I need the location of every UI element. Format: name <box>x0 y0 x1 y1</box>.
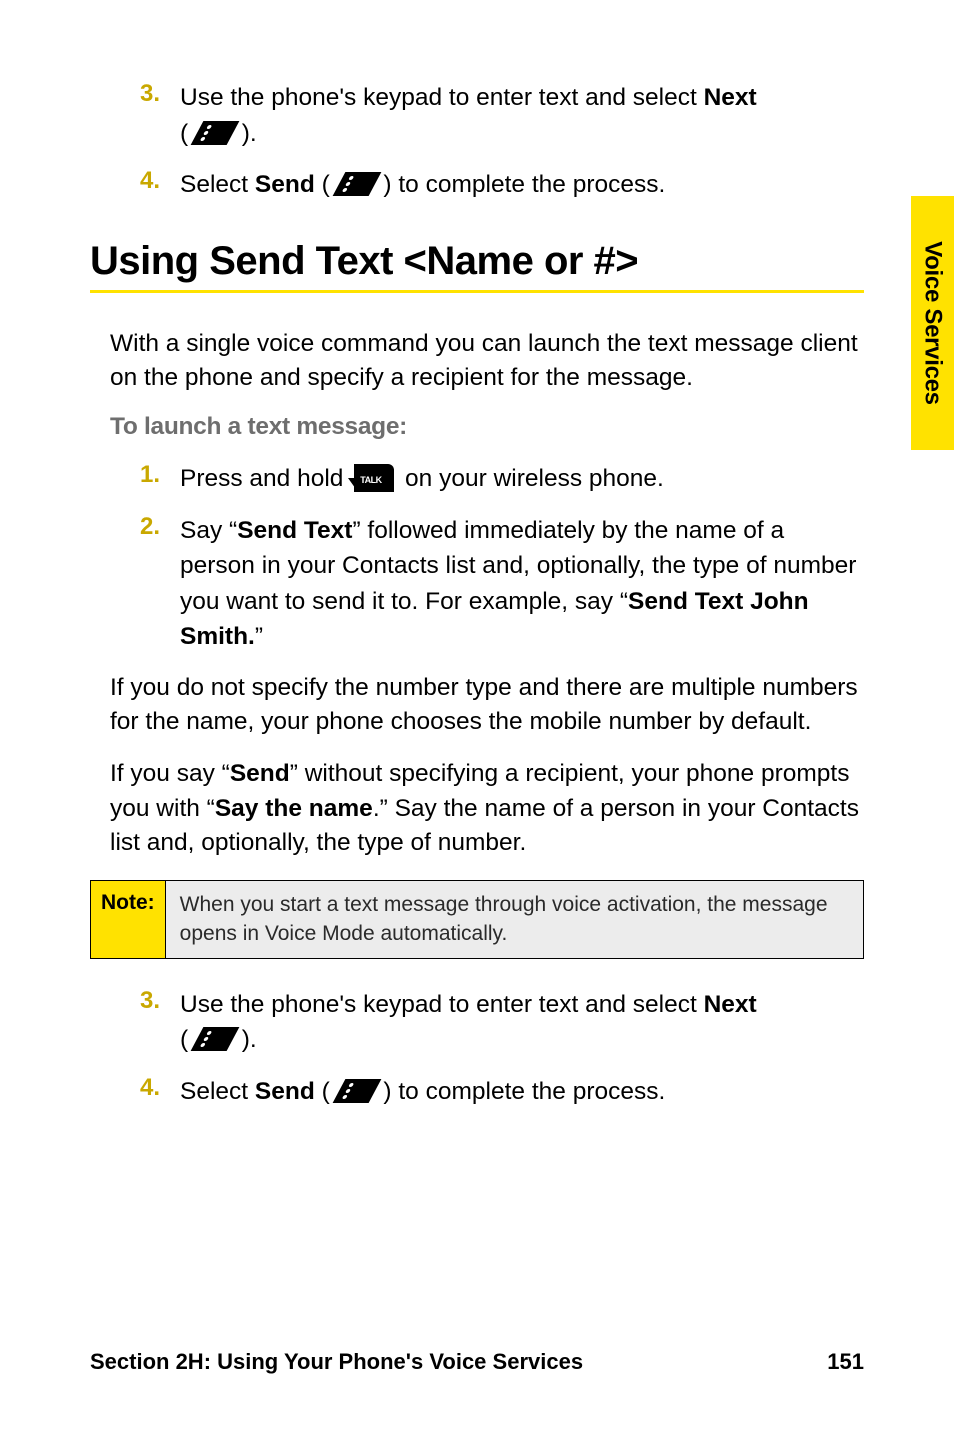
body-paragraph: If you say “Send” without specifying a r… <box>90 757 864 860</box>
step-bold: Send <box>255 171 315 198</box>
top-step-3: 3. Use the phone's keypad to enter text … <box>90 80 864 151</box>
p-bold: Send <box>230 760 290 787</box>
paren-close: ) to complete the process. <box>377 171 666 198</box>
paren-close: ). <box>235 1026 257 1053</box>
step-body: Use the phone's keypad to enter text and… <box>180 987 757 1058</box>
step-body: Say “Send Text” followed immediately by … <box>180 513 864 655</box>
step-body: Use the phone's keypad to enter text and… <box>180 80 757 151</box>
step-text: Select <box>180 1078 255 1105</box>
step-body: Press and hold on your wireless phone. <box>180 461 664 497</box>
step-body: Select Send ( ) to complete the process. <box>180 167 665 203</box>
phone-icon <box>191 121 240 145</box>
note-box: Note: When you start a text message thro… <box>90 880 864 959</box>
section-heading: Using Send Text <Name or #> <box>90 239 864 284</box>
heading-underline <box>90 290 864 293</box>
step-text: ” <box>255 623 263 650</box>
step-1: 1. Press and hold on your wireless phone… <box>90 461 864 497</box>
step-number: 1. <box>140 461 180 497</box>
step-number: 3. <box>140 987 180 1058</box>
page-content: 3. Use the phone's keypad to enter text … <box>0 0 954 1431</box>
top-step-4: 4. Select Send ( ) to complete the proce… <box>90 167 864 203</box>
step-text: Use the phone's keypad to enter text and… <box>180 991 704 1018</box>
step-text: Press and hold <box>180 465 350 492</box>
phone-icon <box>332 172 381 196</box>
step-text: Say “ <box>180 517 237 544</box>
step-text: on your wireless phone. <box>398 465 664 492</box>
step-number: 3. <box>140 80 180 151</box>
step-number: 2. <box>140 513 180 655</box>
talk-icon <box>354 464 394 492</box>
intro-paragraph: With a single voice command you can laun… <box>90 327 864 396</box>
p-text: If you say “ <box>110 760 230 787</box>
step-number: 4. <box>140 1074 180 1110</box>
phone-icon <box>191 1027 240 1051</box>
body-paragraph: If you do not specify the number type an… <box>90 671 864 740</box>
step-number: 4. <box>140 167 180 203</box>
paren-close: ). <box>235 120 257 147</box>
step-bold: Send <box>255 1078 315 1105</box>
page-footer: Section 2H: Using Your Phone's Voice Ser… <box>90 1349 864 1375</box>
note-label: Note: <box>91 881 166 958</box>
step-body: Select Send ( ) to complete the process. <box>180 1074 665 1110</box>
phone-icon <box>332 1079 381 1103</box>
step-bold: Next <box>704 991 757 1018</box>
step-text: Use the phone's keypad to enter text and… <box>180 84 704 111</box>
step-text: Select <box>180 171 255 198</box>
bottom-step-3: 3. Use the phone's keypad to enter text … <box>90 987 864 1058</box>
subheading: To launch a text message: <box>90 413 864 441</box>
paren-close: ) to complete the process. <box>377 1078 666 1105</box>
bottom-step-4: 4. Select Send ( ) to complete the proce… <box>90 1074 864 1110</box>
step-bold: Send Text <box>237 517 352 544</box>
footer-section-label: Section 2H: Using Your Phone's Voice Ser… <box>90 1349 583 1375</box>
p-bold: Say the name <box>215 795 373 822</box>
step-bold: Next <box>704 84 757 111</box>
note-text: When you start a text message through vo… <box>166 881 863 958</box>
footer-page-number: 151 <box>827 1349 864 1375</box>
step-2: 2. Say “Send Text” followed immediately … <box>90 513 864 655</box>
